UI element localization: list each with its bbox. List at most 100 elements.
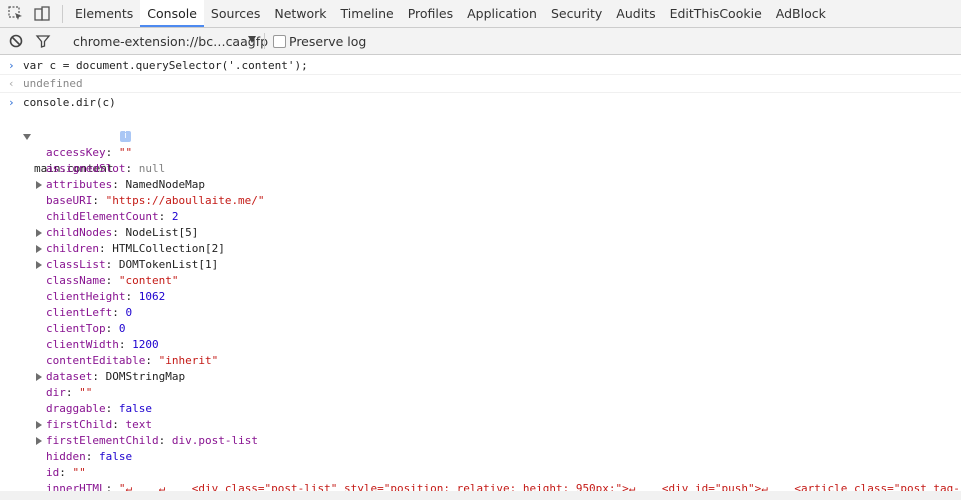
- chevron-down-icon[interactable]: [248, 36, 256, 43]
- property-value: false: [118, 402, 152, 415]
- property-name: clientLeft: 0: [46, 306, 133, 319]
- property-value: 2: [171, 210, 179, 223]
- property-value: false: [99, 450, 133, 463]
- toolbar-divider: [264, 33, 265, 49]
- object-property[interactable]: clientHeight: 1062: [0, 289, 961, 305]
- console-input-message: › console.dir(c): [0, 93, 961, 112]
- property-name: clientWidth: 1200: [46, 338, 159, 351]
- object-property[interactable]: attributes: NamedNodeMap: [0, 177, 961, 193]
- property-name: contentEditable: "inherit": [46, 354, 219, 367]
- property-name: clientHeight: 1062: [46, 290, 166, 303]
- property-value: DOMStringMap: [105, 370, 186, 383]
- property-value: 0: [125, 306, 133, 319]
- property-name: dir: "": [46, 386, 93, 399]
- object-property[interactable]: firstChild: text: [0, 417, 961, 433]
- property-value: text: [125, 418, 152, 431]
- execution-context-select[interactable]: chrome-extension://bc…caagfp: [73, 28, 268, 54]
- object-property[interactable]: clientLeft: 0: [0, 305, 961, 321]
- expand-arrow-icon[interactable]: [36, 181, 42, 189]
- property-name: firstElementChild: div.post-list: [46, 434, 258, 447]
- property-name: firstChild: text: [46, 418, 152, 431]
- toolbar-divider: [62, 5, 63, 23]
- device-toolbar-icon[interactable]: [34, 6, 50, 22]
- object-property[interactable]: accessKey: "": [0, 145, 961, 161]
- filter-icon[interactable]: [35, 33, 51, 49]
- object-property[interactable]: assignedSlot: null: [0, 161, 961, 177]
- tab-adblock[interactable]: AdBlock: [769, 0, 833, 27]
- property-value: 0: [118, 322, 126, 335]
- object-property[interactable]: baseURI: "https://aboullaite.me/": [0, 193, 961, 209]
- console-input-message: › var c = document.querySelector('.conte…: [0, 56, 961, 75]
- preserve-log-checkbox[interactable]: [273, 35, 286, 48]
- devtools-tabbar: Elements Console Sources Network Timeline Pro…: [0, 0, 961, 28]
- message-text[interactable]: var c = document.querySelector('.content…: [23, 59, 308, 72]
- expand-arrow-icon[interactable]: [36, 245, 42, 253]
- property-value: div.post-list: [171, 434, 258, 447]
- property-name: assignedSlot: null: [46, 162, 166, 175]
- input-prompt-icon: ›: [8, 96, 15, 109]
- property-name: accessKey: "": [46, 146, 133, 159]
- property-name: childElementCount: 2: [46, 210, 179, 223]
- property-name: baseURI: "https://aboullaite.me/": [46, 194, 265, 207]
- tab-security[interactable]: Security: [544, 0, 609, 27]
- input-prompt-icon: ›: [8, 59, 15, 72]
- property-name: dataset: DOMStringMap: [46, 370, 186, 383]
- console-messages: › var c = document.querySelector('.conte…: [0, 56, 961, 500]
- object-property[interactable]: id: "": [0, 465, 961, 481]
- property-name: clientTop: 0: [46, 322, 126, 335]
- expand-arrow-icon[interactable]: [36, 261, 42, 269]
- property-value: 1062: [138, 290, 166, 303]
- property-value: 1200: [132, 338, 159, 351]
- property-value: "https://aboullaite.me/": [105, 194, 265, 207]
- console-result-message: ‹ undefined: [0, 75, 961, 93]
- object-property[interactable]: classList: DOMTokenList[1]: [0, 257, 961, 273]
- property-name: childNodes: NodeList[5]: [46, 226, 199, 239]
- tab-console[interactable]: Console: [140, 0, 204, 27]
- clear-console-icon[interactable]: [8, 33, 24, 49]
- object-root[interactable]: main.content: [0, 129, 961, 175]
- property-value: NamedNodeMap: [125, 178, 205, 191]
- tab-audits[interactable]: Audits: [609, 0, 662, 27]
- tab-elements[interactable]: Elements: [68, 0, 140, 27]
- object-property[interactable]: clientTop: 0: [0, 321, 961, 337]
- property-value: null: [138, 162, 166, 175]
- expand-arrow-icon[interactable]: [36, 437, 42, 445]
- expand-arrow-icon[interactable]: [36, 229, 42, 237]
- message-text[interactable]: console.dir(c): [23, 96, 116, 109]
- property-value: "inherit": [158, 354, 219, 367]
- object-property[interactable]: clientWidth: 1200: [0, 337, 961, 353]
- panel-tabs: Elements Console Sources Network Timeline Pro…: [68, 0, 833, 28]
- property-name: attributes: NamedNodeMap: [46, 178, 205, 191]
- tab-sources[interactable]: Sources: [204, 0, 267, 27]
- tab-network[interactable]: Network: [267, 0, 333, 27]
- tab-timeline[interactable]: Timeline: [334, 0, 401, 27]
- object-property[interactable]: dataset: DOMStringMap: [0, 369, 961, 385]
- property-value: NodeList[5]: [125, 226, 199, 239]
- result-prompt-icon: ‹: [8, 77, 15, 90]
- object-property[interactable]: contentEditable: "inherit": [0, 353, 961, 369]
- tab-editthiscookie[interactable]: EditThisCookie: [663, 0, 769, 27]
- preserve-log-label[interactable]: Preserve log: [289, 28, 366, 55]
- tab-application[interactable]: Application: [460, 0, 544, 27]
- object-property[interactable]: className: "content": [0, 273, 961, 289]
- property-value: "": [72, 466, 86, 479]
- expand-arrow-icon[interactable]: [36, 373, 42, 381]
- tab-profiles[interactable]: Profiles: [401, 0, 460, 27]
- inspect-element-icon[interactable]: [8, 6, 24, 22]
- info-icon[interactable]: i: [120, 131, 131, 142]
- property-name: className: "content": [46, 274, 179, 287]
- object-property[interactable]: dir: "": [0, 385, 961, 401]
- property-value: HTMLCollection[2]: [112, 242, 225, 255]
- object-property[interactable]: hidden: false: [0, 449, 961, 465]
- property-name: children: HTMLCollection[2]: [46, 242, 225, 255]
- object-property[interactable]: children: HTMLCollection[2]: [0, 241, 961, 257]
- horizontal-scrollbar[interactable]: [0, 491, 961, 500]
- object-property[interactable]: draggable: false: [0, 401, 961, 417]
- property-name: draggable: false: [46, 402, 152, 415]
- property-value: DOMTokenList[1]: [118, 258, 219, 271]
- expand-arrow-icon[interactable]: [23, 134, 31, 140]
- object-property[interactable]: childElementCount: 2: [0, 209, 961, 225]
- expand-arrow-icon[interactable]: [36, 421, 42, 429]
- object-property[interactable]: firstElementChild: div.post-list: [0, 433, 961, 449]
- object-property[interactable]: childNodes: NodeList[5]: [0, 225, 961, 241]
